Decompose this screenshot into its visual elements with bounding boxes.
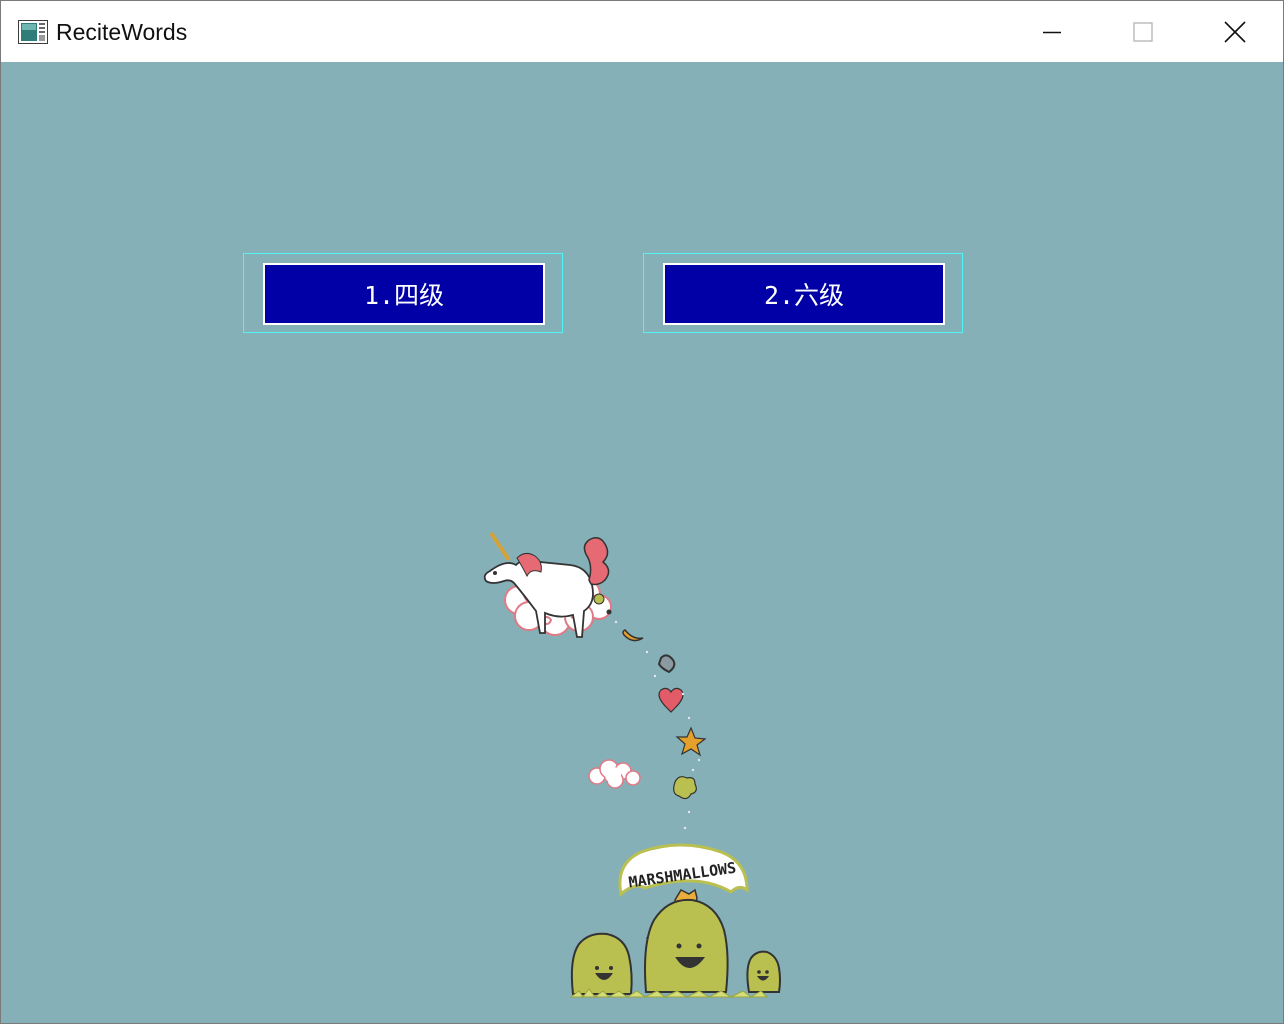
cet6-button[interactable]: 2.六级 (663, 263, 945, 325)
window-title: ReciteWords (56, 19, 188, 45)
unicorn-marshmallows-illustration: MARSHMALLOWS (483, 531, 781, 998)
close-icon (1224, 20, 1246, 43)
green-marshmallows (570, 898, 781, 995)
star-icon (675, 726, 707, 757)
maximize-icon (1133, 21, 1153, 42)
client-area: 1.四级 2.六级 MARSHMALLOWS (1, 62, 1283, 1023)
cet6-button-frame: 2.六级 (643, 253, 963, 333)
marshmallows-banner: MARSHMALLOWS (618, 843, 749, 897)
cet4-button[interactable]: 1.四级 (263, 263, 545, 325)
heart-icon (658, 687, 684, 713)
minimize-button[interactable] (1006, 1, 1098, 62)
app-window: ReciteWords 1.四级 2.六级 MARSHMALLOWS (0, 0, 1284, 1024)
close-button[interactable] (1189, 1, 1281, 62)
maximize-button[interactable] (1097, 1, 1189, 62)
minimize-icon (1043, 31, 1061, 33)
small-cloud-icon (588, 759, 641, 789)
title-bar[interactable]: ReciteWords (1, 1, 1283, 62)
app-icon (18, 20, 48, 44)
heart-candy-icon (657, 654, 676, 674)
clover-candy-icon (673, 776, 697, 800)
moon-candy-icon (622, 629, 644, 642)
cet4-button-frame: 1.四级 (243, 253, 563, 333)
